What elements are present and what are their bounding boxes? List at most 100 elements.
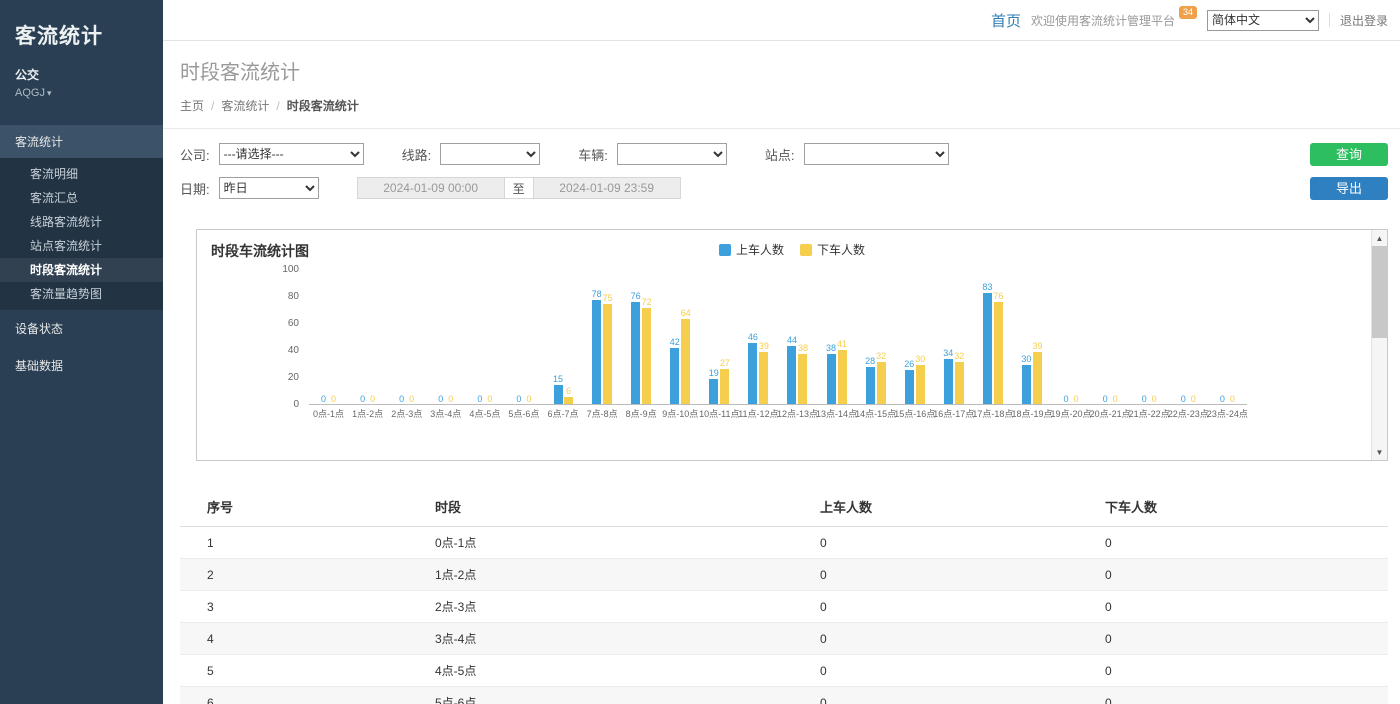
x-axis-line <box>309 404 1247 405</box>
org-name: 公交 <box>15 66 163 83</box>
content: 公司: ---请选择--- 线路: 车辆: 站点: <box>163 128 1400 704</box>
bar-value-label: 32 <box>876 351 886 361</box>
table-cell: 2 <box>180 559 435 591</box>
bar-group: 4438 12点-13点 <box>778 270 817 420</box>
table-row: 43点-4点00 <box>180 623 1388 655</box>
legend-item-alighting[interactable]: 下车人数 <box>800 241 865 258</box>
line-select[interactable] <box>440 143 540 165</box>
x-axis-label: 13点-14点 <box>816 408 857 420</box>
sidebar-item-trend-chart[interactable]: 客流量趋势图 <box>0 282 163 306</box>
bar-group: 463911点-12点 <box>739 270 778 420</box>
bar-value-label: 0 <box>1191 394 1196 404</box>
table-row: 65点-6点00 <box>180 687 1388 704</box>
bar <box>670 348 679 405</box>
x-axis-label: 20点-21点 <box>1090 408 1131 420</box>
date-from-input[interactable] <box>357 177 505 199</box>
bar-group: 1566点-7点 <box>543 270 582 420</box>
x-axis-label: 8点-9点 <box>626 408 657 420</box>
table-cell: 0 <box>820 559 1105 591</box>
page-head: 时段客流统计 主页/客流统计/时段客流统计 <box>163 41 1400 128</box>
bar-value-label: 0 <box>1064 394 1069 404</box>
x-axis-label: 14点-15点 <box>855 408 896 420</box>
bar-value-label: 76 <box>631 291 641 301</box>
sidebar-item-line-stats[interactable]: 线路客流统计 <box>0 210 163 234</box>
x-axis-label: 10点-11点 <box>699 408 739 420</box>
y-axis-tick: 20 <box>288 373 299 383</box>
station-label: 站点: <box>765 145 795 164</box>
bar <box>787 346 796 405</box>
bar <box>983 293 992 405</box>
sidebar-item-station-stats[interactable]: 站点客流统计 <box>0 234 163 258</box>
sidebar-item-passenger-detail[interactable]: 客流明细 <box>0 162 163 186</box>
org-selector[interactable]: AQGJ▾ <box>15 87 163 99</box>
chart-scrollbar[interactable]: ▲ ▼ <box>1371 230 1387 460</box>
date-preset-select[interactable]: 昨日 <box>219 177 319 199</box>
language-select[interactable]: 简体中文 <box>1207 10 1319 31</box>
bar-value-label: 26 <box>904 359 914 369</box>
scroll-up-icon[interactable]: ▲ <box>1372 230 1387 246</box>
breadcrumb-home[interactable]: 主页 <box>180 99 204 113</box>
export-button[interactable]: 导出 <box>1310 177 1388 200</box>
org-code: AQGJ <box>15 87 45 99</box>
company-select[interactable]: ---请选择--- <box>219 143 364 165</box>
notification-badge[interactable]: 34 <box>1179 6 1197 19</box>
table-header-row: 序号 时段 上车人数 下车人数 <box>180 487 1388 527</box>
x-axis-label: 16点-17点 <box>933 408 974 420</box>
sidebar-item-passenger-stats[interactable]: 客流统计 <box>0 125 163 158</box>
sidebar-item-period-stats[interactable]: 时段客流统计 <box>0 258 163 282</box>
breadcrumb-passenger-stats[interactable]: 客流统计 <box>221 99 269 113</box>
bar-value-label: 6 <box>566 386 571 396</box>
station-filter: 站点: <box>765 143 949 165</box>
home-link[interactable]: 首页 <box>991 10 1021 31</box>
sidebar-item-passenger-summary[interactable]: 客流汇总 <box>0 186 163 210</box>
chart-header: 时段车流统计图 上车人数 下车人数 <box>197 230 1387 256</box>
page-title: 时段客流统计 <box>180 61 1388 85</box>
table-cell: 0 <box>820 655 1105 687</box>
bar-group: 42649点-10点 <box>661 270 700 420</box>
bar-value-label: 0 <box>321 394 326 404</box>
bar <box>798 354 807 405</box>
bar-value-label: 83 <box>982 282 992 292</box>
bar-value-label: 0 <box>438 394 443 404</box>
bar-value-label: 38 <box>798 343 808 353</box>
bar-value-label: 30 <box>1021 354 1031 364</box>
welcome-text: 欢迎使用客流统计管理平台 <box>1031 12 1175 29</box>
table-row: 32点-3点00 <box>180 591 1388 623</box>
bar-value-label: 44 <box>787 335 797 345</box>
chart-legend: 上车人数 下车人数 <box>197 241 1387 258</box>
vehicle-select[interactable] <box>617 143 727 165</box>
bar <box>827 354 836 405</box>
bar-value-label: 0 <box>331 394 336 404</box>
bar-group: 005点-6点 <box>504 270 543 420</box>
station-select[interactable] <box>804 143 949 165</box>
sidebar-item-device-status[interactable]: 设备状态 <box>0 310 163 347</box>
legend-swatch-alighting <box>800 244 812 256</box>
table-cell: 4点-5点 <box>435 655 820 687</box>
date-range: 至 <box>357 177 681 199</box>
table-cell: 3点-4点 <box>435 623 820 655</box>
table-cell: 0 <box>1105 559 1388 591</box>
x-axis-label: 12点-13点 <box>777 408 818 420</box>
query-button[interactable]: 查询 <box>1310 143 1388 166</box>
bar-value-label: 0 <box>448 394 453 404</box>
date-to-input[interactable] <box>533 177 681 199</box>
bar-value-label: 0 <box>516 394 521 404</box>
bar-group: 00 19点-20点 <box>1051 270 1090 420</box>
x-axis-label: 19点-20点 <box>1051 408 1092 420</box>
filter-buttons: 查询 导出 <box>1310 143 1388 200</box>
bar-value-label: 27 <box>720 358 730 368</box>
logout-link[interactable]: 退出登录 <box>1340 12 1388 29</box>
table-cell: 0 <box>1105 655 1388 687</box>
bar-value-label: 0 <box>1074 394 1079 404</box>
legend-item-boarding[interactable]: 上车人数 <box>719 241 784 258</box>
bar-value-label: 34 <box>943 348 953 358</box>
table-cell: 0 <box>820 687 1105 704</box>
sidebar-submenu: 客流明细 客流汇总 线路客流统计 站点客流统计 时段客流统计 客流量趋势图 <box>0 158 163 310</box>
scroll-down-icon[interactable]: ▼ <box>1372 444 1387 460</box>
bar <box>642 308 651 405</box>
sidebar-item-base-data[interactable]: 基础数据 <box>0 347 163 384</box>
breadcrumb-current: 时段客流统计 <box>287 99 359 113</box>
date-to-label: 至 <box>505 177 533 199</box>
scrollbar-thumb[interactable] <box>1372 246 1387 338</box>
filter-row-2: 日期: 昨日 至 <box>180 177 987 199</box>
